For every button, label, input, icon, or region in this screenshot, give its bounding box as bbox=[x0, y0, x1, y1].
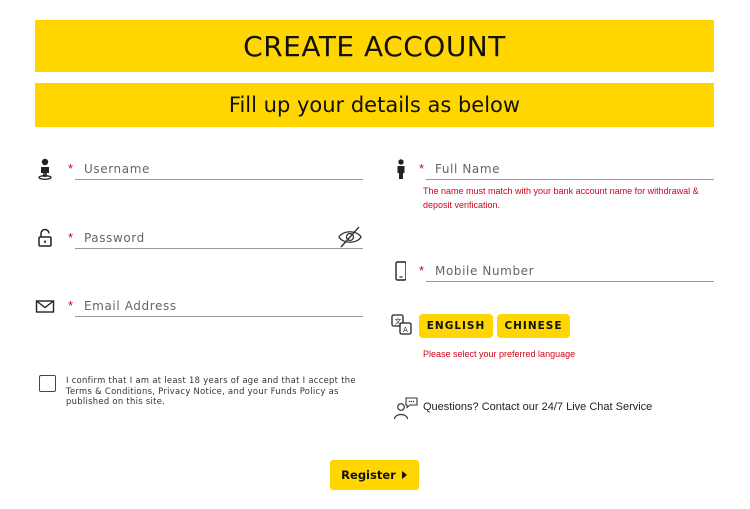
live-chat-link[interactable]: Questions? Contact our 24/7 Live Chat Se… bbox=[423, 401, 652, 413]
envelope-icon bbox=[35, 295, 55, 317]
live-chat-icon bbox=[393, 397, 419, 421]
full-name-error: The name must match with your bank accou… bbox=[423, 186, 699, 210]
caret-right-icon bbox=[401, 471, 408, 479]
language-chinese-button[interactable]: CHINESE bbox=[497, 314, 570, 338]
full-name-input[interactable] bbox=[426, 158, 714, 180]
user-icon bbox=[35, 158, 55, 180]
mobile-phone-icon bbox=[386, 260, 406, 282]
required-marker: * bbox=[419, 161, 425, 176]
required-marker: * bbox=[68, 230, 74, 245]
unlock-icon bbox=[35, 227, 55, 249]
required-marker: * bbox=[68, 161, 74, 176]
language-english-button[interactable]: ENGLISH bbox=[419, 314, 493, 338]
password-input[interactable] bbox=[75, 227, 363, 249]
page-title-banner: CREATE ACCOUNT bbox=[35, 20, 714, 72]
required-marker: * bbox=[68, 298, 74, 313]
register-label: Register bbox=[341, 468, 396, 482]
mobile-input[interactable] bbox=[426, 260, 714, 282]
register-button[interactable]: Register bbox=[330, 460, 419, 490]
svg-text:A: A bbox=[403, 326, 408, 334]
page-subtitle: Fill up your details as below bbox=[228, 93, 521, 117]
page-title: CREATE ACCOUNT bbox=[243, 29, 506, 63]
age-consent-checkbox[interactable] bbox=[39, 375, 56, 392]
required-marker: * bbox=[419, 263, 425, 278]
svg-text:文: 文 bbox=[395, 317, 402, 326]
language-error: Please select your preferred language bbox=[423, 349, 576, 359]
age-consent-text: I confirm that I am at least 18 years of… bbox=[66, 375, 356, 406]
person-icon bbox=[386, 158, 406, 180]
email-input[interactable] bbox=[75, 295, 363, 317]
page-subtitle-banner: Fill up your details as below bbox=[35, 83, 714, 127]
eye-off-icon[interactable] bbox=[337, 225, 363, 249]
translate-icon: 文 A bbox=[391, 314, 413, 336]
username-input[interactable] bbox=[75, 158, 363, 180]
